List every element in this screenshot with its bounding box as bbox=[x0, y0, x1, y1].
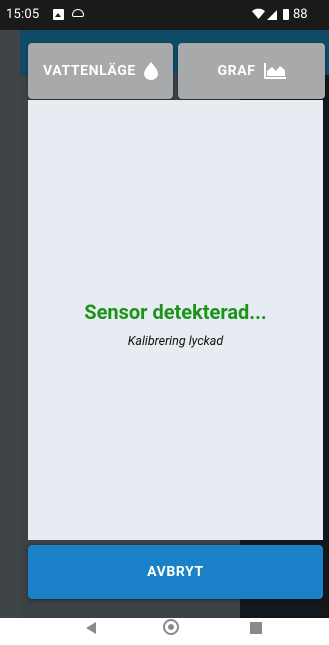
tab-graph[interactable]: GRAF bbox=[178, 43, 325, 99]
home-icon[interactable] bbox=[163, 619, 179, 635]
tab-water-level[interactable]: VATTENLÄGE bbox=[28, 43, 173, 99]
calibration-status-text: Kalibrering lyckad bbox=[127, 334, 224, 349]
cancel-button[interactable]: AVBRYT bbox=[28, 545, 323, 599]
back-icon[interactable] bbox=[86, 622, 96, 634]
content-panel: Sensor detekterad... Kalibrering lyckad bbox=[28, 100, 323, 540]
cloud-notification-icon bbox=[72, 9, 84, 17]
image-notification-icon bbox=[53, 9, 64, 20]
status-time: 15:05 bbox=[6, 7, 40, 22]
tab-water-level-label: VATTENLÄGE bbox=[43, 63, 136, 79]
wifi-icon bbox=[252, 8, 265, 22]
navigation-bar bbox=[0, 618, 329, 645]
background-left-edge bbox=[0, 30, 20, 618]
status-bar: 15:05 88 bbox=[0, 0, 329, 30]
sensor-status-title: Sensor detekterad... bbox=[84, 300, 267, 324]
area-chart-icon bbox=[263, 63, 286, 79]
battery-icon bbox=[283, 9, 289, 20]
signal-icon bbox=[267, 10, 277, 20]
tab-graph-label: GRAF bbox=[217, 63, 256, 79]
battery-level: 88 bbox=[293, 7, 308, 22]
app-screen: 15:05 88 VATTENLÄGE GRAF Sensor detekter… bbox=[0, 0, 329, 618]
water-drop-icon bbox=[143, 62, 158, 80]
recents-icon[interactable] bbox=[250, 622, 262, 634]
